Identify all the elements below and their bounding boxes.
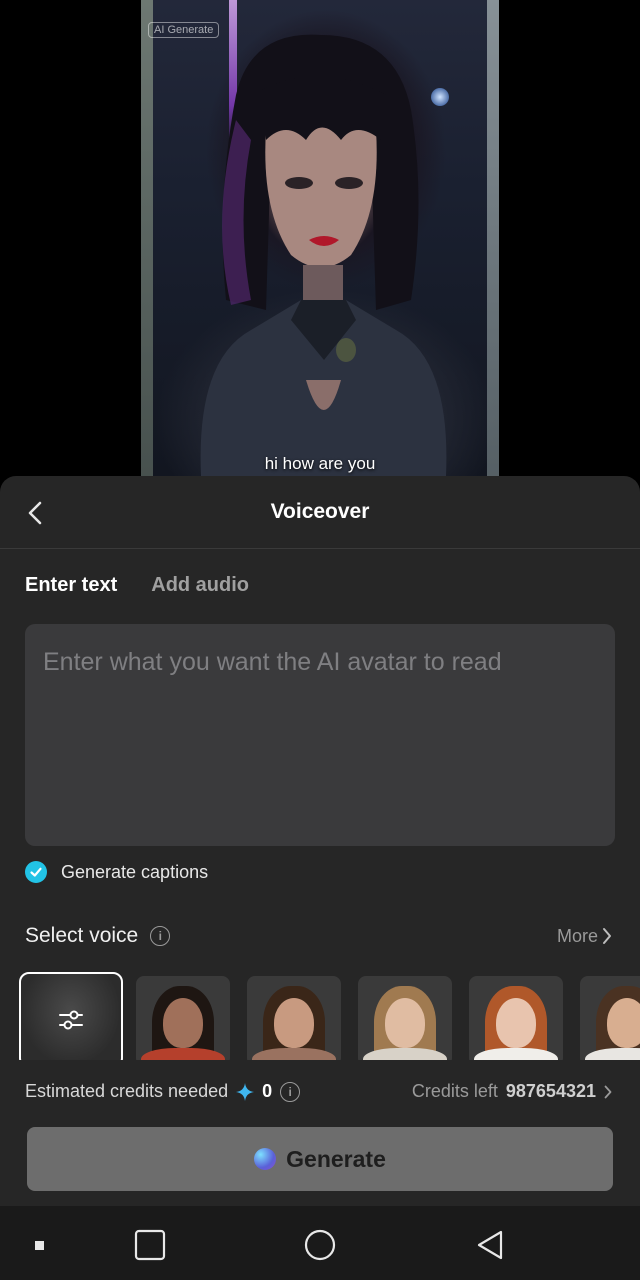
sparkle-icon bbox=[236, 1082, 255, 1101]
voice-option-4[interactable] bbox=[469, 976, 563, 1060]
estimated-credits-value: 0 bbox=[262, 1081, 273, 1101]
home-icon bbox=[304, 1229, 336, 1261]
tab-add-audio[interactable]: Add audio bbox=[151, 574, 249, 597]
voiceover-sheet: Voiceover Enter text Add audio Generate … bbox=[0, 476, 640, 1206]
generate-label: Generate bbox=[286, 1145, 386, 1172]
ai-orb-icon bbox=[254, 1148, 277, 1170]
voice-option-3[interactable] bbox=[358, 976, 452, 1060]
chevron-right-icon bbox=[603, 928, 611, 944]
credits-left-link[interactable]: Credits left 987654321 bbox=[412, 1081, 612, 1102]
system-nav-bar bbox=[0, 1206, 640, 1280]
generate-captions-toggle[interactable]: Generate captions bbox=[25, 861, 208, 883]
estimated-credits-label: Estimated credits needed bbox=[25, 1081, 229, 1101]
sheet-header: Voiceover bbox=[0, 476, 640, 549]
voice-section-header: Select voice i More bbox=[25, 924, 612, 948]
menu-button[interactable] bbox=[34, 1239, 46, 1257]
menu-icon bbox=[35, 1241, 44, 1250]
credits-left-label: Credits left bbox=[411, 1081, 498, 1101]
avatar-figure bbox=[200, 34, 447, 476]
tab-enter-text[interactable]: Enter text bbox=[25, 574, 117, 597]
caption-overlay: hi how are you bbox=[264, 454, 376, 473]
credits-row: Estimated credits needed 0 i Credits lef… bbox=[25, 1081, 612, 1102]
custom-voice-settings-button[interactable] bbox=[19, 972, 123, 1060]
generate-captions-label: Generate captions bbox=[61, 861, 209, 882]
system-back-button[interactable] bbox=[474, 1228, 508, 1267]
voice-option-1[interactable] bbox=[136, 976, 230, 1060]
video-preview-area: AI Generate hi how are you bbox=[0, 0, 640, 476]
input-tabs: Enter text Add audio bbox=[25, 574, 249, 597]
generate-button[interactable]: Generate bbox=[27, 1127, 613, 1191]
more-voices-link[interactable]: More bbox=[557, 926, 612, 947]
voice-option-5[interactable] bbox=[580, 976, 640, 1060]
script-text-input[interactable] bbox=[25, 624, 615, 846]
estimated-credits: Estimated credits needed 0 i bbox=[25, 1081, 301, 1102]
more-label: More bbox=[556, 925, 598, 946]
avatar-video-preview[interactable] bbox=[141, 0, 499, 476]
back-icon bbox=[477, 1230, 503, 1260]
checkbox-checked-icon[interactable] bbox=[25, 861, 47, 883]
voice-option-2[interactable] bbox=[247, 976, 341, 1060]
recent-apps-button[interactable] bbox=[133, 1228, 167, 1267]
sliders-icon bbox=[59, 1010, 83, 1030]
select-voice-title: Select voice bbox=[25, 924, 139, 947]
credits-info-icon[interactable]: i bbox=[280, 1081, 301, 1102]
credits-left-value: 987654321 bbox=[505, 1081, 596, 1101]
square-icon bbox=[134, 1229, 166, 1261]
sheet-title: Voiceover bbox=[270, 500, 370, 523]
chevron-right-icon bbox=[604, 1085, 612, 1098]
text-input-box bbox=[25, 624, 615, 846]
info-icon[interactable]: i bbox=[150, 926, 171, 946]
ai-generate-badge: AI Generate bbox=[148, 22, 220, 38]
home-button[interactable] bbox=[303, 1228, 337, 1267]
voice-options-row bbox=[19, 972, 640, 1060]
